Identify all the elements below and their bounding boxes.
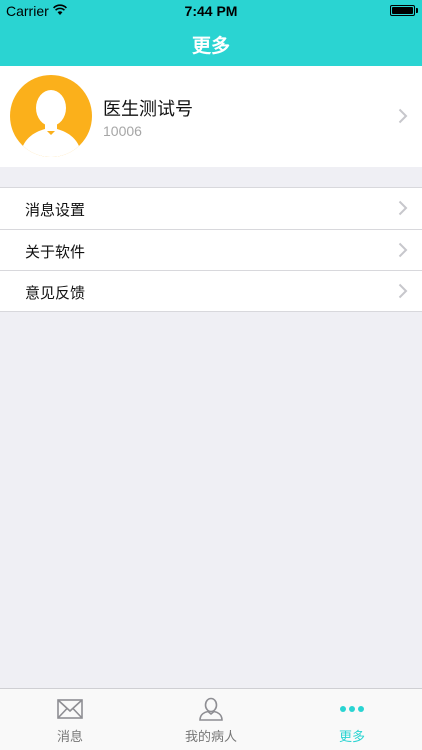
person-icon [199,697,223,721]
status-bar: Carrier 7:44 PM [0,0,422,22]
menu-item-label: 关于软件 [25,243,86,261]
avatar [10,75,92,157]
chevron-right-icon [398,283,408,299]
more-screen: Carrier 7:44 PM 更多 医生测试号 10006 消息设置 关于软件… [0,0,422,750]
menu-item-about-software[interactable]: 关于软件 [0,229,422,270]
menu-item-label: 消息设置 [25,201,86,219]
chevron-right-icon [398,242,408,258]
tab-bar: 消息 我的病人 更多 [0,688,422,750]
tab-more[interactable]: 更多 [282,689,422,750]
battery-icon [390,5,415,16]
tab-label: 消息 [56,730,83,745]
menu-item-feedback[interactable]: 意见反馈 [0,270,422,311]
tab-messages[interactable]: 消息 [0,689,140,750]
battery-tip [416,8,418,13]
chevron-right-icon [398,108,408,124]
menu-item-message-settings[interactable]: 消息设置 [0,188,422,229]
person-silhouette-icon [20,90,82,157]
page-title: 更多 [191,35,230,57]
tab-my-patients[interactable]: 我的病人 [141,689,281,750]
settings-menu: 消息设置 关于软件 意见反馈 [0,187,422,312]
envelope-icon [57,699,83,719]
profile-id: 10006 [103,123,142,139]
chevron-right-icon [398,200,408,216]
top-bar: Carrier 7:44 PM 更多 [0,0,422,66]
profile-name: 医生测试号 [103,99,193,120]
tab-label: 更多 [338,730,365,745]
more-dots-icon [340,706,364,712]
status-time: 7:44 PM [184,3,238,19]
tab-label: 我的病人 [184,730,237,745]
menu-item-label: 意见反馈 [25,284,86,302]
profile-card[interactable]: 医生测试号 10006 [0,66,422,167]
